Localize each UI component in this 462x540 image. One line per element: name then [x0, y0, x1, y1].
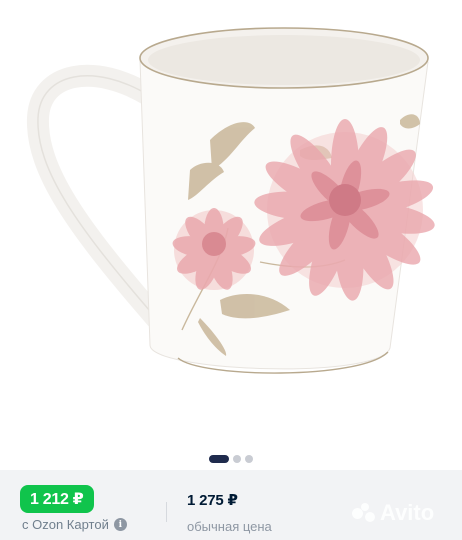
- watermark-text: Avito: [380, 500, 435, 525]
- info-icon[interactable]: i: [113, 518, 127, 531]
- avito-logo-icon: [352, 503, 376, 523]
- regular-price: 1 275 ₽: [187, 492, 238, 509]
- gallery-pagination[interactable]: [0, 454, 462, 464]
- gallery-dot-active[interactable]: [209, 455, 229, 463]
- ozon-card-caption-text: с Ozon Картой: [22, 517, 109, 532]
- mug-image: [26, 27, 435, 374]
- product-photo[interactable]: [0, 0, 462, 448]
- gallery-dot[interactable]: [233, 455, 241, 463]
- gallery-dot[interactable]: [245, 455, 253, 463]
- regular-price-caption: обычная цена: [187, 519, 272, 534]
- ozon-card-caption[interactable]: с Ozon Картой i: [22, 517, 127, 532]
- avito-watermark: Avito: [352, 500, 434, 526]
- ozon-card-price[interactable]: 1 212 ₽: [20, 485, 94, 513]
- price-divider: [166, 502, 167, 522]
